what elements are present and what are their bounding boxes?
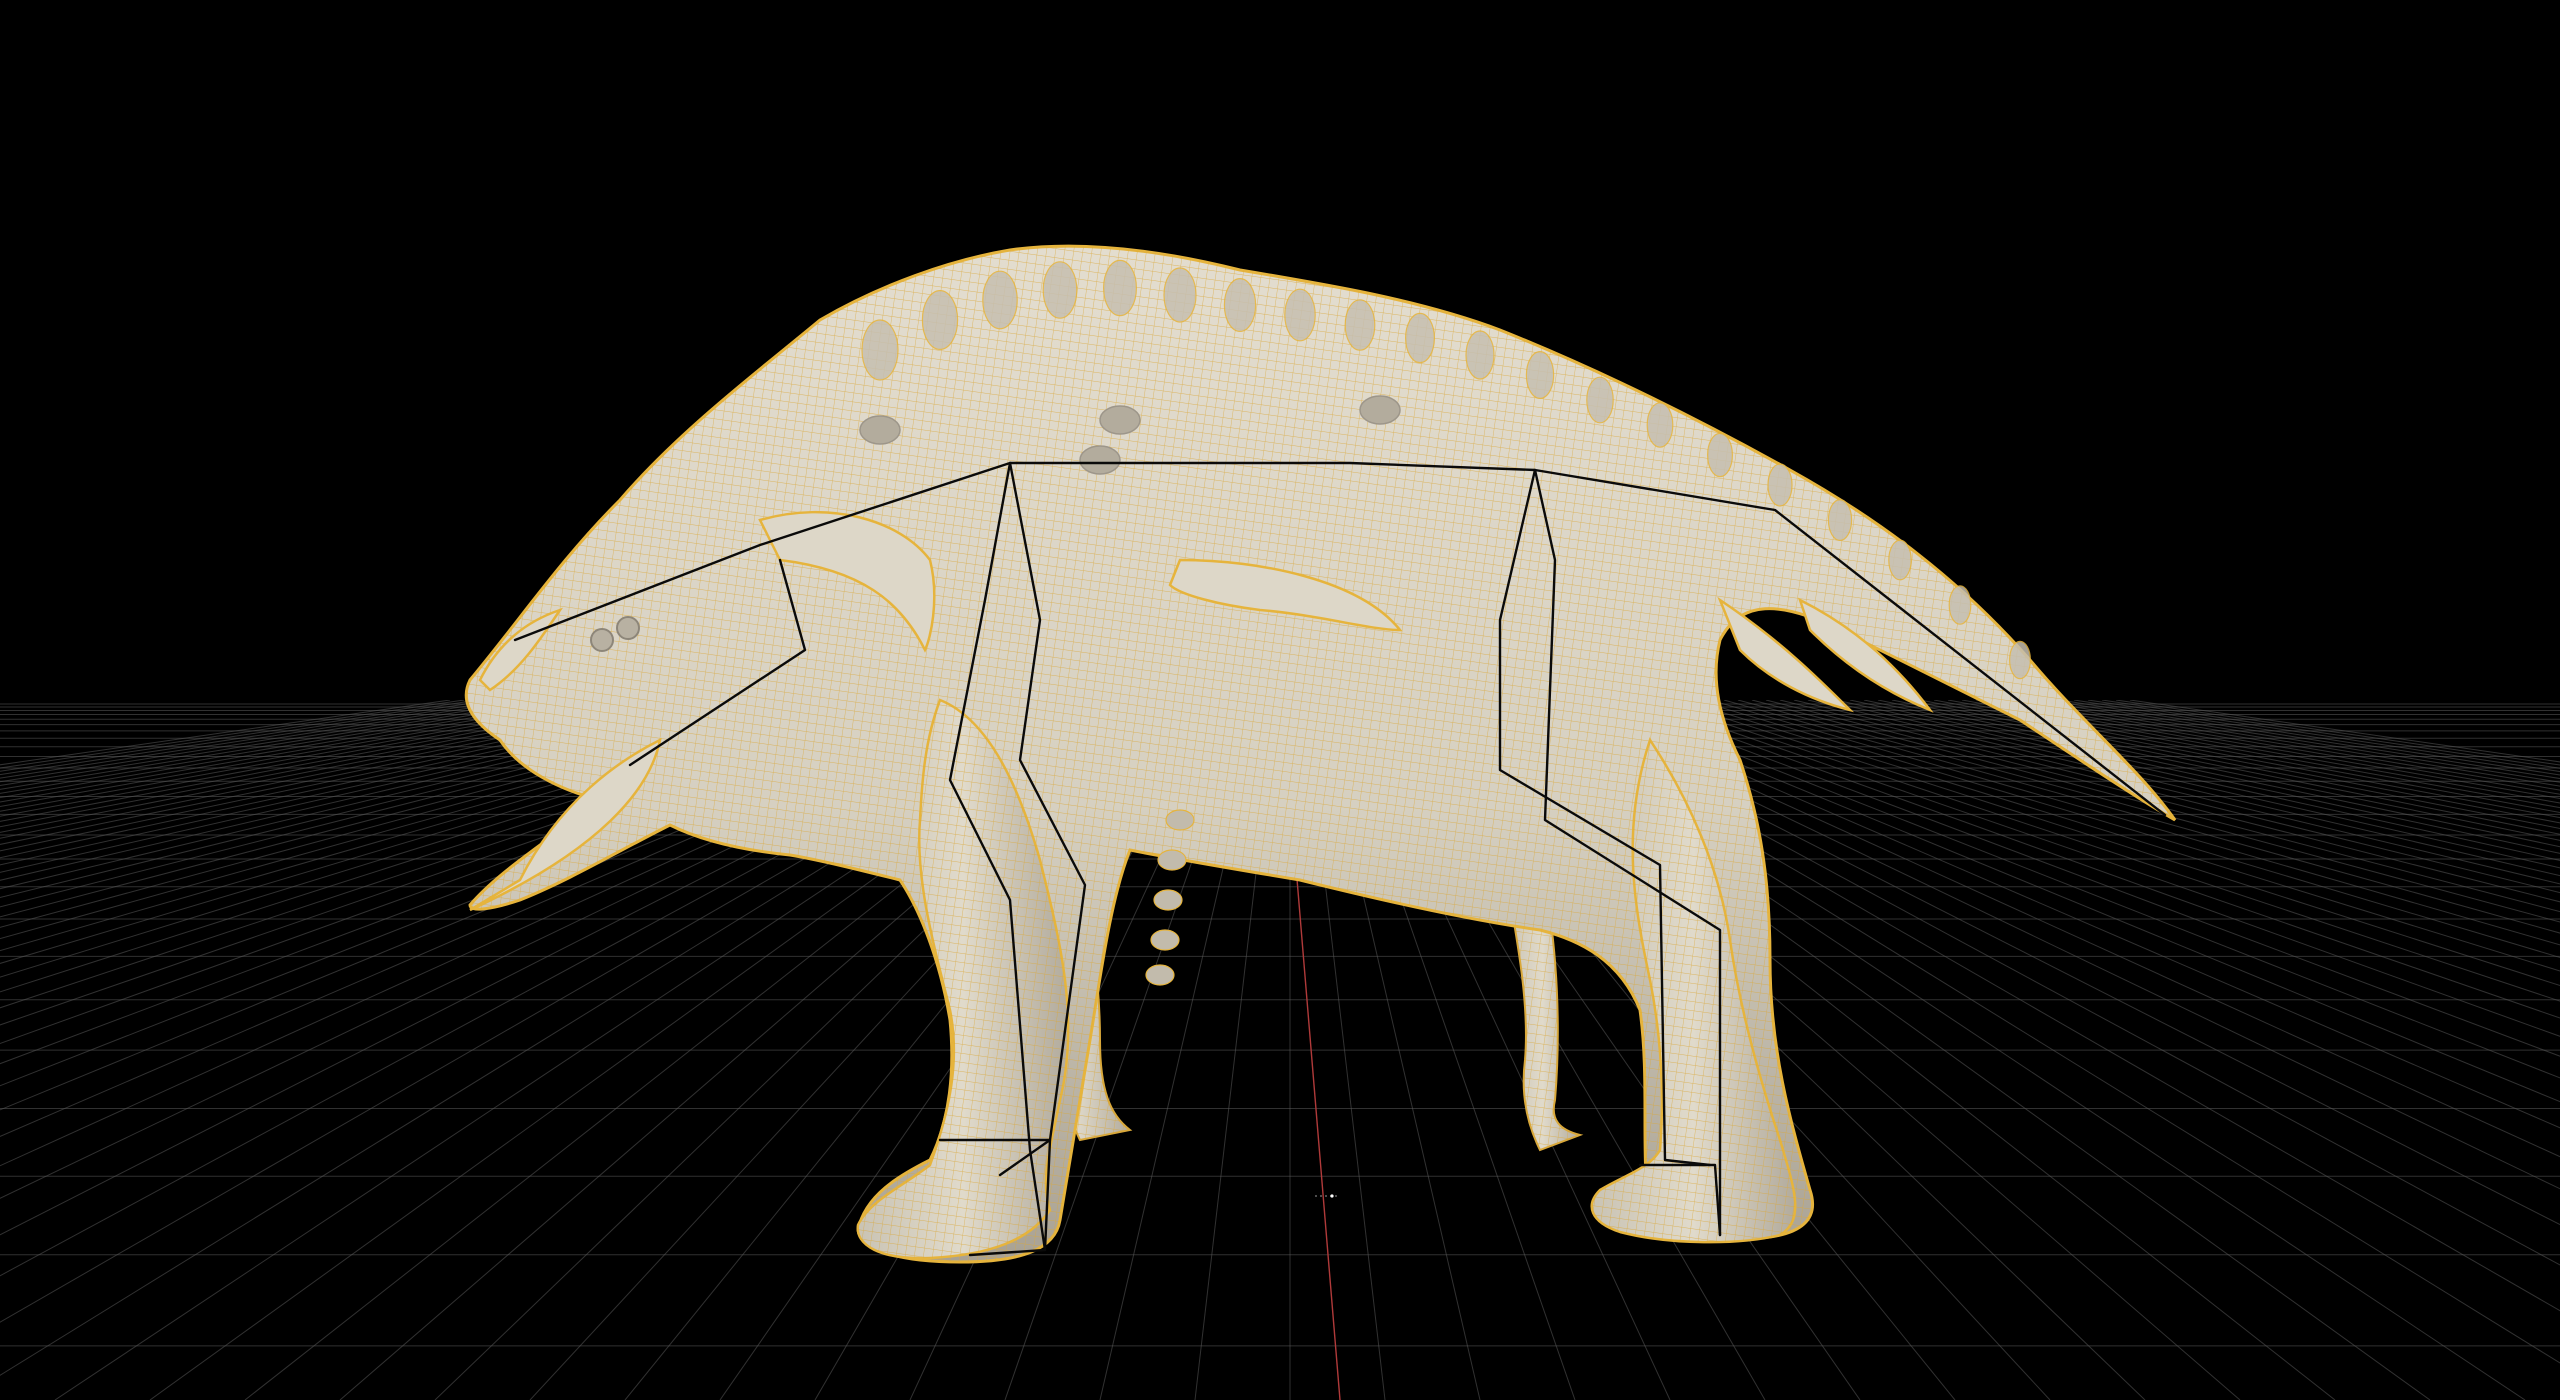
dorsal-bump — [1042, 261, 1078, 319]
belly-ridge — [1153, 889, 1183, 911]
dorsal-bump — [1646, 402, 1674, 448]
shell-dimple — [1079, 445, 1121, 475]
dorsal-bump — [921, 290, 959, 351]
dorsal-bump — [1586, 376, 1614, 424]
belly-ridge — [1165, 809, 1195, 831]
dorsal-bump — [1102, 259, 1137, 317]
3d-viewport[interactable] — [0, 0, 2560, 1400]
eye-socket-left — [590, 628, 614, 652]
viewport-canvas[interactable] — [0, 0, 2560, 1400]
dorsal-bump — [861, 319, 899, 381]
belly-ridge — [1150, 929, 1180, 951]
dorsal-bump — [1223, 278, 1257, 333]
shell-dimple — [1099, 405, 1141, 435]
dorsal-bump — [1888, 539, 1912, 581]
belly-ridge — [1157, 849, 1187, 871]
dorsal-bump — [1827, 499, 1853, 542]
origin-marker — [1315, 1194, 1340, 1198]
eye-socket-right — [616, 616, 640, 640]
dorsal-bump — [2008, 640, 2031, 680]
dorsal-bump — [1706, 432, 1733, 478]
dorsal-bump — [1465, 330, 1495, 380]
dorsal-bump — [1284, 288, 1316, 342]
dorsal-bump — [1948, 585, 1972, 625]
dorsal-bump — [1525, 351, 1555, 400]
dorsal-bump — [1767, 463, 1793, 507]
dorsal-bump — [982, 270, 1018, 330]
dorsal-bump — [1163, 267, 1197, 323]
shell-dimple — [859, 415, 901, 445]
shell-dimple — [1359, 395, 1401, 425]
dorsal-bump — [1404, 312, 1435, 364]
belly-ridge — [1145, 964, 1175, 986]
dorsal-bump — [1344, 299, 1376, 351]
